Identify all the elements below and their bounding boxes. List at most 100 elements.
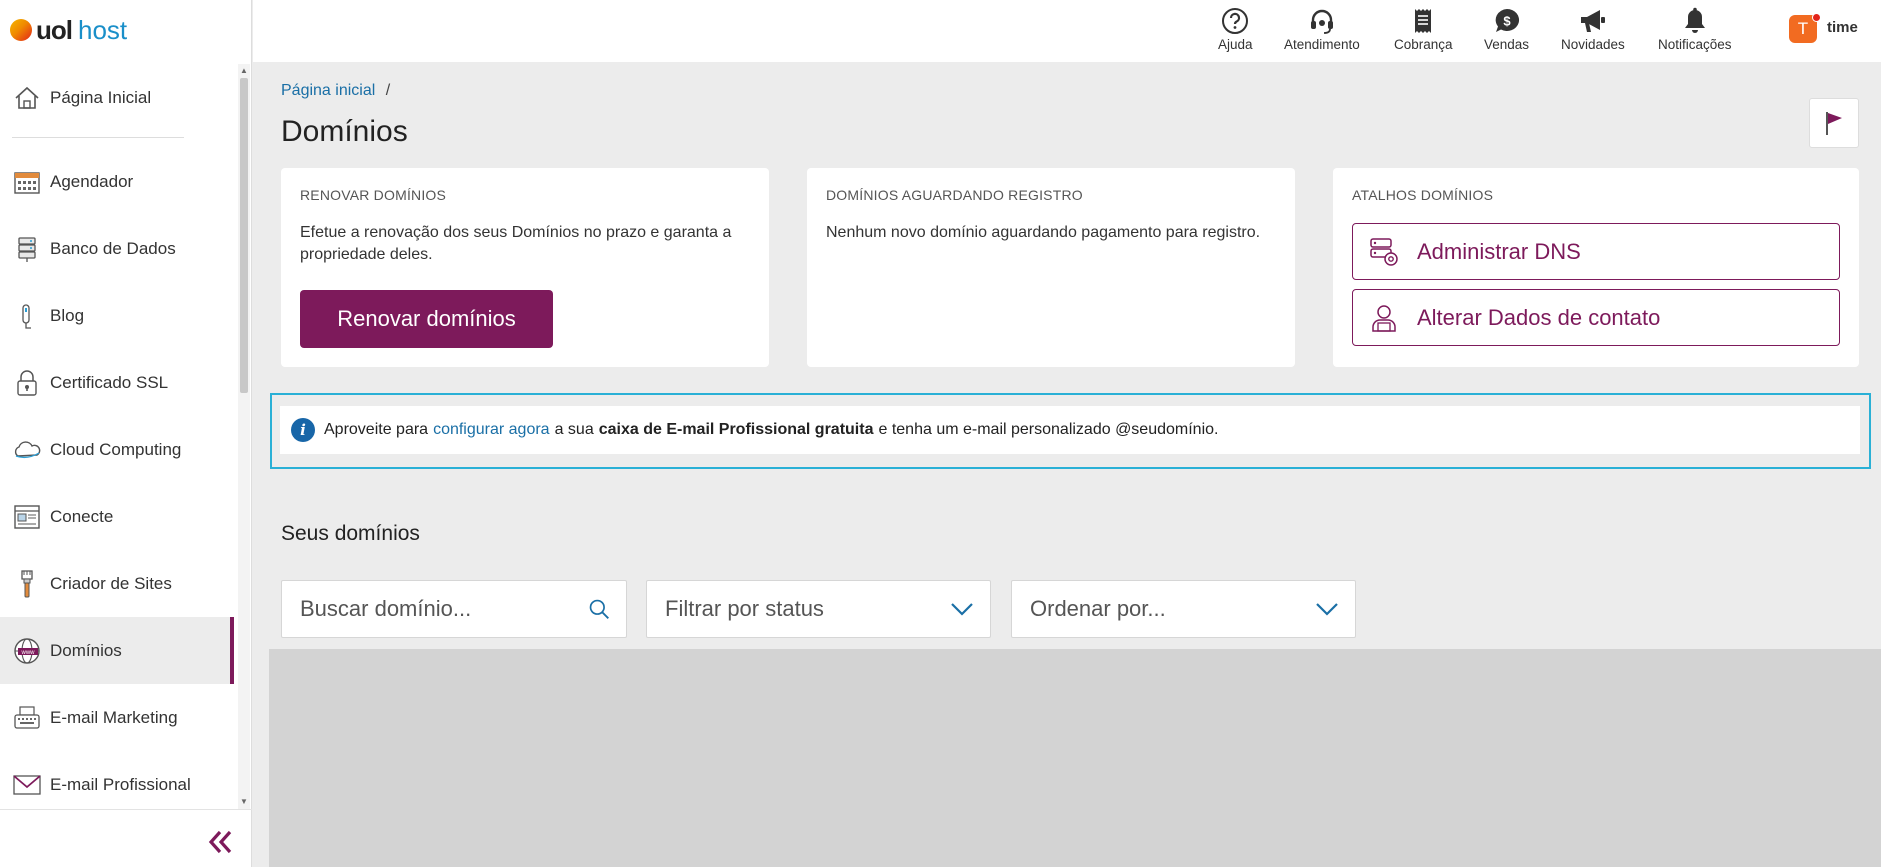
sidebar-item-banco-de-dados[interactable]: Banco de Dados — [0, 215, 234, 282]
topbar-vendas[interactable]: $ Vendas — [1484, 6, 1529, 52]
dns-server-icon — [1367, 235, 1401, 269]
receipt-icon — [1411, 6, 1435, 36]
sidebar-item-label: Página Inicial — [50, 87, 152, 107]
database-icon — [12, 234, 42, 264]
breadcrumb: Página inicial / — [281, 82, 390, 100]
envelope-icon — [12, 770, 42, 800]
sidebar-item-email-marketing[interactable]: E-mail Marketing — [0, 684, 234, 751]
calendar-icon — [12, 167, 42, 197]
sidebar-item-cloud-computing[interactable]: Cloud Computing — [0, 416, 234, 483]
sidebar-item-dominios[interactable]: www Domínios — [0, 617, 234, 684]
webpage-icon — [12, 502, 42, 532]
topbar-label: Atendimento — [1284, 37, 1360, 52]
topbar-label: Ajuda — [1218, 37, 1253, 52]
sidebar-nav: Página Inicial Agendador Banco de Dados … — [0, 64, 234, 809]
configure-now-link[interactable]: configurar agora — [433, 421, 550, 439]
info-banner-suffix: e tenha um e-mail personalizado @seudomí… — [878, 421, 1219, 438]
topbar-label: Novidades — [1561, 37, 1625, 52]
your-domains-title: Seus domínios — [281, 522, 420, 545]
sidebar-item-label: Cloud Computing — [50, 439, 182, 459]
sidebar-bottom-divider — [0, 809, 252, 810]
megaphone-icon — [1578, 6, 1608, 36]
topbar-notificacoes[interactable]: Notificações — [1658, 6, 1732, 52]
sidebar-item-blog[interactable]: Blog — [0, 282, 234, 349]
search-domain-input[interactable] — [300, 596, 588, 622]
topbar-cobranca[interactable]: Cobrança — [1394, 6, 1453, 52]
card-title: ATALHOS DOMÍNIOS — [1352, 187, 1494, 203]
sidebar-item-agendador[interactable]: Agendador — [0, 148, 234, 215]
status-filter-select[interactable]: Filtrar por status — [646, 580, 991, 638]
home-icon — [12, 83, 42, 113]
logo-host-text: host — [78, 14, 128, 45]
globe-www-icon: www — [12, 636, 42, 666]
flag-button[interactable] — [1809, 98, 1859, 148]
uol-host-logo[interactable]: uol host — [10, 10, 127, 50]
card-text: Efetue a renovação dos seus Domínios no … — [300, 224, 732, 263]
typewriter-icon — [12, 703, 42, 733]
sidebar-divider — [12, 137, 184, 138]
scroll-up-arrow-icon[interactable]: ▲ — [240, 66, 248, 76]
info-banner-highlight: caixa de E-mail Profissional gratuita — [598, 421, 874, 438]
sidebar-item-email-profissional[interactable]: E-mail Profissional — [0, 751, 234, 809]
card-title: DOMÍNIOS AGUARDANDO REGISTRO — [826, 187, 1083, 203]
change-contact-data-button[interactable]: Alterar Dados de contato — [1352, 289, 1840, 346]
search-icon[interactable] — [588, 596, 610, 622]
renew-domains-card: RENOVAR DOMÍNIOS Efetue a renovação dos … — [281, 168, 769, 367]
sidebar-item-label: Agendador — [50, 171, 134, 191]
notification-dot — [1812, 13, 1821, 22]
search-domain-field[interactable] — [281, 580, 627, 638]
scroll-thumb[interactable] — [240, 78, 248, 393]
manage-dns-button[interactable]: Administrar DNS — [1352, 223, 1840, 280]
sidebar-item-certificado-ssl[interactable]: Certificado SSL — [0, 349, 234, 416]
sidebar-item-label: Certificado SSL — [50, 372, 169, 392]
order-by-select[interactable]: Ordenar por... — [1011, 580, 1356, 638]
topbar-novidades[interactable]: Novidades — [1561, 6, 1625, 52]
sidebar-item-pagina-inicial[interactable]: Página Inicial — [0, 64, 234, 131]
page-title: Domínios — [281, 115, 408, 148]
chevron-down-icon — [951, 603, 973, 616]
lock-icon — [12, 368, 42, 398]
status-filter-value: Filtrar por status — [665, 596, 824, 621]
order-by-value: Ordenar por... — [1030, 596, 1166, 621]
domain-shortcuts-card: ATALHOS DOMÍNIOS Administrar DNS Alterar… — [1333, 168, 1859, 367]
sidebar-scrollbar[interactable]: ▲ ▼ — [238, 64, 250, 809]
topbar-label: Cobrança — [1394, 37, 1453, 52]
sidebar-item-label: E-mail Profissional — [50, 774, 191, 794]
chevron-down-icon — [1316, 603, 1338, 616]
collapse-sidebar-button[interactable] — [200, 822, 240, 862]
sidebar-item-label: Domínios — [50, 640, 122, 660]
domains-results-area — [269, 649, 1881, 867]
sidebar-item-label: Banco de Dados — [50, 238, 176, 258]
uol-logo-circle-icon — [10, 19, 32, 41]
brush-icon — [12, 569, 42, 599]
sidebar-item-label: E-mail Marketing — [50, 707, 178, 727]
renew-domains-button[interactable]: Renovar domínios — [300, 290, 553, 348]
sidebar-item-label: Blog — [50, 305, 85, 325]
info-banner-prefix: Aproveite para — [324, 421, 429, 438]
svg-text:www: www — [21, 649, 36, 655]
scroll-down-arrow-icon[interactable]: ▼ — [240, 797, 248, 807]
sidebar-item-criador-de-sites[interactable]: Criador de Sites — [0, 550, 234, 617]
user-contact-icon — [1367, 301, 1401, 335]
help-icon — [1221, 6, 1249, 36]
sidebar-item-conecte[interactable]: Conecte — [0, 483, 234, 550]
topbar-label: Notificações — [1658, 37, 1732, 52]
change-contact-data-label: Alterar Dados de contato — [1417, 304, 1661, 330]
topbar-atendimento[interactable]: Atendimento — [1284, 6, 1360, 52]
sidebar: uol host Página Inicial Agendador Banco … — [0, 0, 252, 867]
topbar-ajuda[interactable]: Ajuda — [1218, 6, 1253, 52]
headset-icon — [1308, 6, 1336, 36]
user-name[interactable]: time — [1827, 19, 1858, 36]
card-title: RENOVAR DOMÍNIOS — [300, 187, 447, 203]
logo-uol-text: uol — [36, 14, 73, 45]
breadcrumb-home-link[interactable]: Página inicial — [281, 82, 375, 99]
sidebar-item-label: Criador de Sites — [50, 573, 172, 593]
pending-registration-card: DOMÍNIOS AGUARDANDO REGISTRO Nenhum novo… — [807, 168, 1295, 367]
svg-text:$: $ — [1503, 14, 1511, 29]
cloud-icon — [12, 435, 42, 465]
pen-icon — [12, 301, 42, 331]
breadcrumb-separator: / — [385, 82, 391, 99]
topbar-label: Vendas — [1484, 37, 1530, 52]
card-text: Nenhum novo domínio aguardando pagamento… — [826, 224, 1261, 241]
dollar-chat-icon: $ — [1493, 6, 1521, 36]
